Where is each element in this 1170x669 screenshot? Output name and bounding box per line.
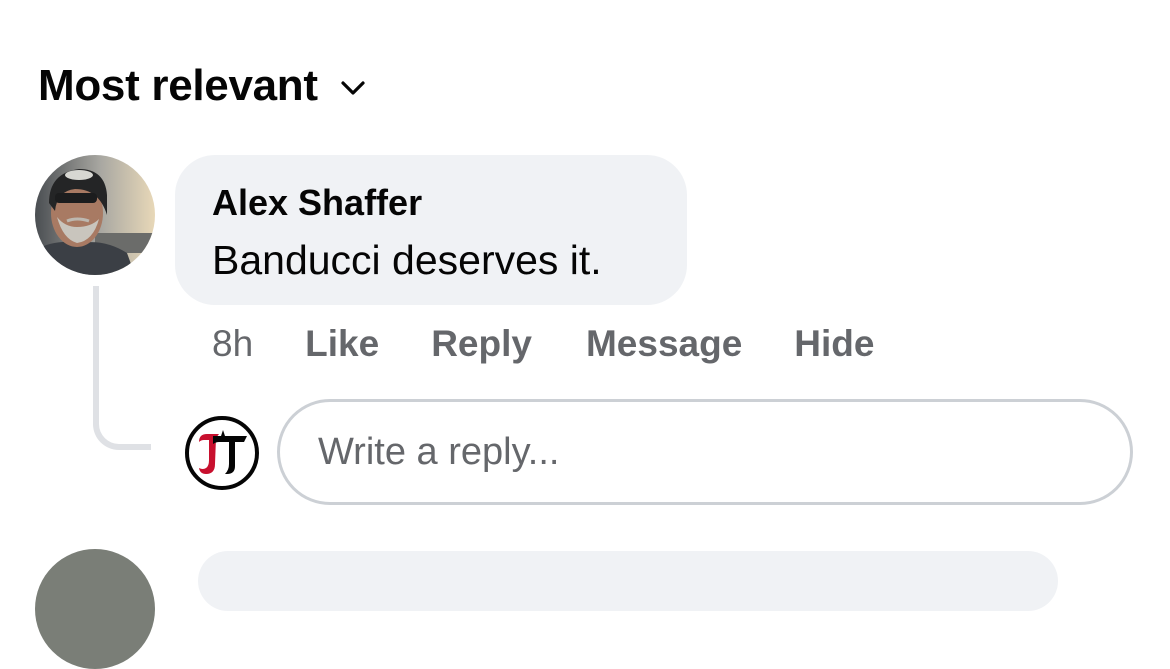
sort-dropdown[interactable]: Most relevant bbox=[38, 58, 366, 114]
comment-timestamp[interactable]: 8h bbox=[212, 323, 253, 365]
sort-label: Most relevant bbox=[38, 61, 318, 110]
comment-author[interactable]: Alex Shaffer bbox=[212, 182, 422, 224]
comment-text: Banducci deserves it. bbox=[212, 237, 602, 283]
commenter-avatar[interactable] bbox=[35, 155, 155, 275]
comment-actions: 8h Like Reply Message Hide bbox=[212, 320, 874, 368]
commenter-avatar-image bbox=[35, 155, 155, 275]
next-comment-bubble[interactable] bbox=[198, 551, 1058, 611]
next-commenter-avatar[interactable] bbox=[35, 549, 155, 669]
chevron-down-icon bbox=[341, 81, 365, 95]
hide-button[interactable]: Hide bbox=[794, 323, 874, 365]
like-button[interactable]: Like bbox=[305, 323, 379, 365]
reply-button[interactable]: Reply bbox=[431, 323, 532, 365]
reply-input-container[interactable] bbox=[277, 399, 1133, 505]
comment-bubble[interactable]: Alex Shaffer Banducci deserves it. bbox=[175, 155, 687, 305]
thread-connector-line bbox=[93, 286, 151, 450]
message-button[interactable]: Message bbox=[586, 323, 742, 365]
reply-input[interactable] bbox=[316, 429, 1100, 475]
page-logo-avatar bbox=[185, 416, 259, 490]
blackletter-jt-logo-icon bbox=[199, 430, 247, 474]
